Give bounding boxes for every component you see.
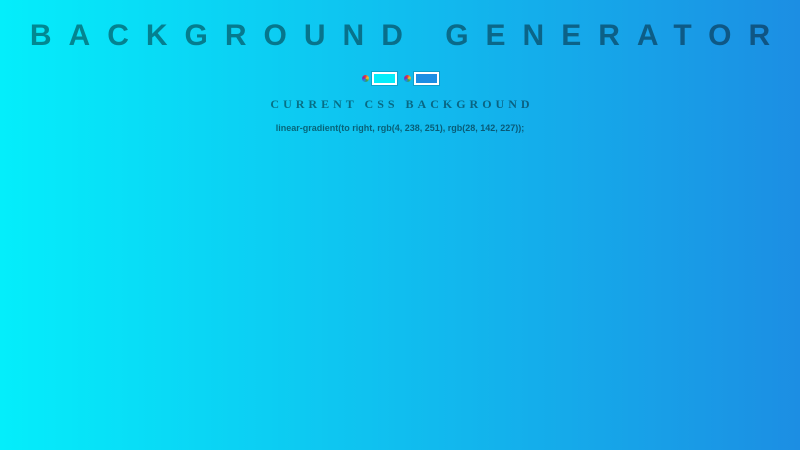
css-output-text: linear-gradient(to right, rgb(4, 238, 25… bbox=[275, 123, 525, 133]
color-picker-1[interactable] bbox=[361, 72, 397, 85]
color-pickers bbox=[0, 72, 800, 85]
css-heading: CURRENT CSS BACKGROUND bbox=[270, 97, 534, 111]
color-wheel-icon bbox=[361, 75, 369, 82]
color-wheel-icon bbox=[403, 75, 411, 82]
color-input-1[interactable] bbox=[371, 72, 397, 85]
color-picker-2[interactable] bbox=[403, 72, 439, 85]
page-title: BACKGROUND GENERATOR bbox=[29, 19, 788, 52]
color-input-2[interactable] bbox=[413, 72, 439, 85]
